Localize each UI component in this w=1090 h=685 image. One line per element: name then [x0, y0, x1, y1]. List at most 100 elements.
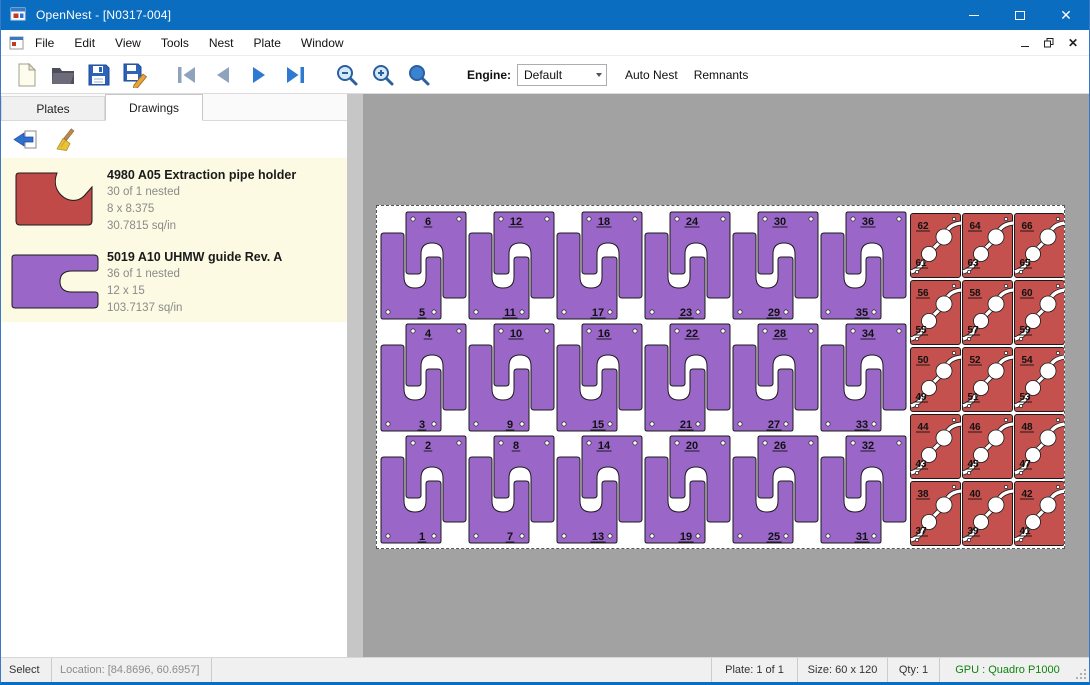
- purple-part-pair: 2221: [645, 324, 730, 431]
- drawing-item-2[interactable]: 5019 A10 UHMW guide Rev. A 36 of 1 neste…: [1, 240, 347, 322]
- red-part-pair: 6463: [963, 214, 1014, 278]
- svg-text:49: 49: [915, 392, 927, 403]
- mdi-close-button[interactable]: ✕: [1061, 33, 1085, 53]
- mdi-window-controls: ✕: [1013, 33, 1085, 53]
- svg-text:35: 35: [856, 307, 868, 319]
- svg-text:20: 20: [686, 440, 698, 452]
- svg-text:37: 37: [915, 526, 927, 537]
- red-part-pair: 4241: [1015, 482, 1065, 546]
- save-as-button[interactable]: [117, 59, 153, 91]
- minimize-button[interactable]: [951, 0, 997, 30]
- red-part-pair: 5857: [963, 281, 1014, 345]
- red-part-pair: 6261: [911, 214, 962, 278]
- svg-text:32: 32: [862, 440, 874, 452]
- close-button[interactable]: ✕: [1043, 0, 1089, 30]
- tab-drawings[interactable]: Drawings: [105, 94, 203, 121]
- svg-text:54: 54: [1021, 355, 1033, 366]
- nav-next-button[interactable]: [241, 59, 277, 91]
- menu-view[interactable]: View: [105, 30, 151, 56]
- menu-window[interactable]: Window: [291, 30, 354, 56]
- menu-tools[interactable]: Tools: [151, 30, 199, 56]
- drawing-nested: 36 of 1 nested: [107, 266, 347, 283]
- import-drawing-button[interactable]: [9, 125, 41, 155]
- svg-text:12: 12: [510, 216, 522, 228]
- red-part-pair: 5655: [911, 281, 962, 345]
- nav-prev-button[interactable]: [205, 59, 241, 91]
- remnants-button[interactable]: Remnants: [686, 62, 757, 88]
- drawing-item-1[interactable]: 4980 A05 Extraction pipe holder 30 of 1 …: [1, 158, 347, 240]
- svg-text:29: 29: [768, 307, 780, 319]
- svg-text:25: 25: [768, 531, 780, 543]
- menu-nest[interactable]: Nest: [199, 30, 244, 56]
- svg-text:16: 16: [598, 328, 610, 340]
- nest-plate[interactable]: 65 1211 1817 2423 3029: [376, 205, 1065, 549]
- svg-text:19: 19: [680, 531, 692, 543]
- svg-text:57: 57: [967, 325, 979, 336]
- app-icon: [10, 6, 28, 24]
- mdi-close-icon: ✕: [1068, 36, 1078, 50]
- status-spacer: [211, 658, 711, 682]
- drawings-list: 4980 A05 Extraction pipe holder 30 of 1 …: [1, 158, 347, 322]
- resize-grip[interactable]: [1075, 658, 1089, 682]
- zoom-in-button[interactable]: [365, 59, 401, 91]
- red-part-pair: 5251: [963, 348, 1014, 412]
- svg-text:56: 56: [917, 288, 929, 299]
- svg-text:46: 46: [969, 422, 981, 433]
- engine-select[interactable]: Default: [517, 64, 607, 86]
- purple-part-pair: 1615: [557, 324, 642, 431]
- mdi-minimize-icon: [1021, 46, 1029, 47]
- zoom-fit-button[interactable]: [401, 59, 437, 91]
- save-button[interactable]: [81, 59, 117, 91]
- mdi-restore-button[interactable]: [1037, 33, 1061, 53]
- new-file-icon: [15, 62, 39, 88]
- zoom-out-button[interactable]: [329, 59, 365, 91]
- svg-text:64: 64: [969, 221, 981, 232]
- previous-arrow-icon: [210, 62, 236, 88]
- purple-part-pair: 1817: [557, 212, 642, 319]
- open-button[interactable]: [45, 59, 81, 91]
- auto-nest-button[interactable]: Auto Nest: [617, 62, 686, 88]
- red-part-pair: 4039: [963, 482, 1014, 546]
- svg-text:22: 22: [686, 328, 698, 340]
- svg-text:33: 33: [856, 419, 868, 431]
- plate-svg[interactable]: 65 1211 1817 2423 3029: [377, 206, 1064, 548]
- svg-text:26: 26: [774, 440, 786, 452]
- nav-first-button[interactable]: [169, 59, 205, 91]
- mdi-minimize-button[interactable]: [1013, 33, 1037, 53]
- svg-text:18: 18: [598, 216, 610, 228]
- svg-text:6: 6: [425, 216, 431, 228]
- clean-button[interactable]: [49, 125, 81, 155]
- main-toolbar: Engine: Default Auto Nest Remnants: [1, 57, 1089, 94]
- red-part-pair: 4645: [963, 415, 1014, 479]
- red-part-pair: 6665: [1015, 214, 1065, 278]
- svg-text:15: 15: [592, 419, 604, 431]
- tab-plates[interactable]: Plates: [1, 96, 105, 120]
- purple-part-pair: 3231: [821, 436, 906, 543]
- menu-file[interactable]: File: [25, 30, 64, 56]
- nest-canvas[interactable]: 65 1211 1817 2423 3029: [347, 94, 1089, 657]
- zoom-out-icon: [334, 62, 360, 88]
- status-plate: Plate: 1 of 1: [711, 658, 797, 682]
- maximize-button[interactable]: [997, 0, 1043, 30]
- drawing-title: 4980 A05 Extraction pipe holder: [107, 167, 347, 184]
- engine-label: Engine:: [467, 68, 511, 82]
- status-location: Location: [84.8696, 60.6957]: [51, 658, 211, 682]
- zoom-fit-icon: [406, 62, 432, 88]
- status-bar: Select Location: [84.8696, 60.6957] Plat…: [1, 657, 1089, 682]
- menu-plate[interactable]: Plate: [244, 30, 291, 56]
- menu-edit[interactable]: Edit: [64, 30, 105, 56]
- new-button[interactable]: [9, 59, 45, 91]
- svg-text:61: 61: [915, 258, 927, 269]
- svg-text:17: 17: [592, 307, 604, 319]
- purple-part-pair: 43: [381, 324, 466, 431]
- svg-text:23: 23: [680, 307, 692, 319]
- maximize-icon: [1015, 11, 1025, 20]
- splitter[interactable]: [347, 94, 363, 657]
- svg-text:44: 44: [917, 422, 929, 433]
- nav-last-button[interactable]: [277, 59, 313, 91]
- purple-part-pair: 1413: [557, 436, 642, 543]
- status-size: Size: 60 x 120: [797, 658, 887, 682]
- zoom-in-icon: [370, 62, 396, 88]
- purple-part-pair: 21: [381, 436, 466, 543]
- svg-text:10: 10: [510, 328, 522, 340]
